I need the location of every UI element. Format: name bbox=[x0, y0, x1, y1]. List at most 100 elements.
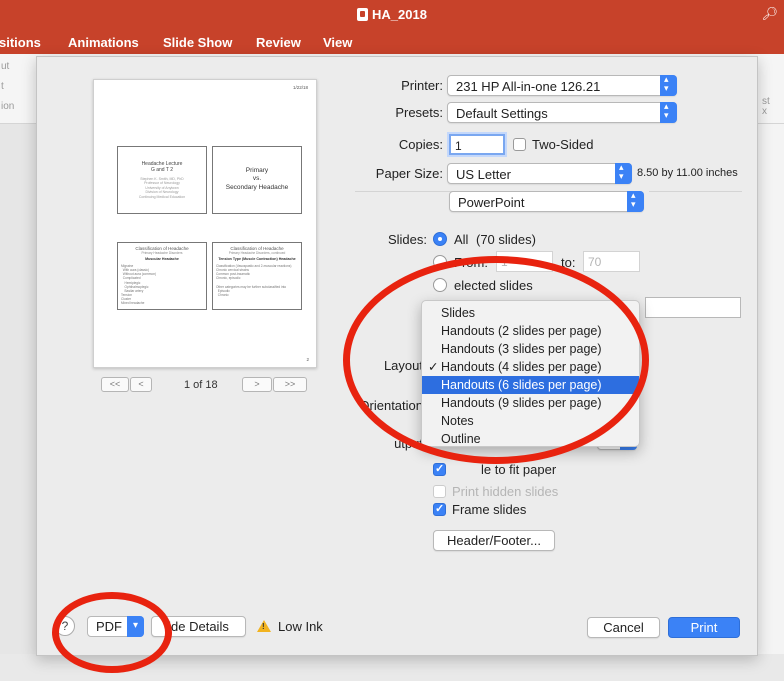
ribbon-ghost-text: ion bbox=[1, 101, 15, 112]
print-hidden-checkbox[interactable] bbox=[433, 485, 446, 498]
preview-page-number: 2 bbox=[306, 357, 309, 362]
printer-value: 231 HP All-in-one 126.21 bbox=[456, 79, 601, 94]
copies-label: Copies: bbox=[398, 137, 443, 152]
checkmark-icon: ✓ bbox=[428, 360, 439, 374]
print-preview: 1/22/18 Headache Lecture G and T 2 Steph… bbox=[93, 79, 317, 368]
section-select[interactable]: PowerPoint bbox=[449, 190, 644, 212]
preview-slide-1: Headache Lecture G and T 2 Stephen K. Sm… bbox=[117, 146, 207, 214]
tab-transitions[interactable]: sitions bbox=[0, 35, 41, 50]
tab-review[interactable]: Review bbox=[256, 35, 301, 50]
menu-item-label: Outline bbox=[441, 432, 481, 446]
previous-page-button[interactable]: < bbox=[130, 377, 152, 392]
low-ink-label: Low Ink bbox=[278, 619, 323, 634]
selected-slides-radio[interactable] bbox=[433, 278, 447, 292]
preview-slide-1-title: Headache Lecture G and T 2 bbox=[141, 161, 183, 174]
paper-size-value: US Letter bbox=[456, 167, 511, 182]
all-slides-count: (70 slides) bbox=[476, 232, 536, 247]
slide-thumbnail-pane bbox=[0, 124, 36, 681]
copies-input[interactable]: 1 bbox=[449, 134, 505, 155]
header-footer-button[interactable]: Header/Footer... bbox=[433, 530, 555, 551]
frame-slides-checkbox[interactable] bbox=[433, 502, 446, 516]
warning-icon bbox=[257, 620, 271, 632]
divider bbox=[355, 191, 457, 192]
menu-item-label: Handouts (6 slides per page) bbox=[441, 378, 602, 392]
selected-slides-label: elected slides bbox=[454, 278, 533, 293]
ribbon-ghost-text: ut bbox=[1, 61, 10, 72]
search-icon[interactable]: 🔎︎ bbox=[761, 6, 778, 22]
chevron-updown-icon bbox=[660, 101, 677, 123]
from-label: From: bbox=[454, 255, 488, 270]
all-slides-label: All bbox=[454, 232, 469, 247]
layout-dropdown-menu: Slides Handouts (2 slides per page) Hand… bbox=[421, 300, 640, 447]
menu-item-label: Handouts (2 slides per page) bbox=[441, 324, 602, 338]
presets-value: Default Settings bbox=[456, 106, 548, 121]
layout-option-handouts-4[interactable]: ✓ Handouts (4 slides per page) bbox=[422, 358, 639, 376]
first-page-button[interactable]: << bbox=[101, 377, 129, 392]
preview-slide-4-subtitle: Primary Headache Disorders, continued bbox=[228, 251, 286, 255]
output-label: utput bbox=[394, 436, 423, 451]
from-input[interactable]: 1 bbox=[496, 251, 553, 272]
paper-size-select[interactable]: US Letter bbox=[447, 162, 632, 184]
from-radio[interactable] bbox=[433, 255, 447, 269]
last-page-button[interactable]: >> bbox=[273, 377, 307, 392]
layout-option-notes[interactable]: Notes bbox=[422, 412, 639, 430]
chevron-updown-icon bbox=[660, 74, 677, 96]
frame-slides-label: Frame slides bbox=[452, 502, 527, 517]
preview-slide-3: Classification of Headache Primary Heada… bbox=[117, 242, 207, 310]
custom-range-input[interactable] bbox=[645, 297, 741, 318]
cancel-button[interactable]: Cancel bbox=[587, 617, 660, 638]
ribbon-ghost-text: x bbox=[762, 106, 767, 117]
print-button[interactable]: Print bbox=[668, 617, 740, 638]
page-indicator: 1 of 18 bbox=[184, 379, 218, 391]
help-button[interactable]: ? bbox=[55, 616, 75, 636]
two-sided-checkbox[interactable] bbox=[513, 138, 526, 151]
preview-slide-4: Classification of Headache Primary Heada… bbox=[212, 242, 302, 310]
layout-option-slides[interactable]: Slides bbox=[422, 304, 639, 322]
layout-option-handouts-2[interactable]: Handouts (2 slides per page) bbox=[422, 322, 639, 340]
ribbon-tabs: sitions Animations Slide Show Review Vie… bbox=[0, 30, 784, 54]
paper-size-label: Paper Size: bbox=[375, 166, 443, 181]
menu-item-label: Slides bbox=[441, 306, 476, 320]
chevron-down-icon: ▾ bbox=[127, 616, 144, 637]
next-page-button[interactable]: > bbox=[242, 377, 272, 392]
all-slides-radio[interactable] bbox=[433, 232, 447, 246]
slides-label: Slides: bbox=[387, 232, 427, 247]
print-hidden-label: Print hidden slides bbox=[452, 484, 559, 499]
pdf-menu-button[interactable]: PDF ▾ bbox=[87, 616, 144, 637]
scale-to-fit-checkbox[interactable] bbox=[433, 462, 446, 476]
layout-option-handouts-9[interactable]: Handouts (9 slides per page) bbox=[422, 394, 639, 412]
tab-view[interactable]: View bbox=[323, 35, 352, 50]
to-label: to: bbox=[561, 255, 576, 270]
hide-details-button[interactable]: ide Details bbox=[151, 616, 246, 637]
ribbon-ghost-text: t bbox=[1, 81, 4, 92]
layout-option-handouts-6[interactable]: Handouts (6 slides per page) bbox=[422, 376, 639, 394]
chevron-updown-icon bbox=[627, 190, 644, 212]
paper-size-dimensions: 8.50 by 11.00 inches bbox=[637, 167, 738, 179]
preview-slide-2-title: Primary vs. Secondary Headache bbox=[225, 167, 289, 191]
presets-label: Presets: bbox=[395, 105, 443, 120]
preview-slide-1-subtitle: Stephen K. Smith, MD, PhD Professor of N… bbox=[138, 176, 186, 199]
section-value: PowerPoint bbox=[458, 195, 525, 210]
tab-slide-show[interactable]: Slide Show bbox=[163, 35, 232, 50]
menu-item-label: Handouts (9 slides per page) bbox=[441, 396, 602, 410]
tab-animations[interactable]: Animations bbox=[68, 35, 139, 50]
printer-label: Printer: bbox=[401, 78, 443, 93]
two-sided-label: Two-Sided bbox=[532, 137, 594, 152]
layout-option-handouts-3[interactable]: Handouts (3 slides per page) bbox=[422, 340, 639, 358]
preview-date: 1/22/18 bbox=[292, 85, 308, 90]
document-title: HA_2018 bbox=[0, 7, 784, 22]
layout-option-outline[interactable]: Outline bbox=[422, 430, 639, 448]
pdf-label: PDF bbox=[96, 619, 122, 634]
print-dialog: 1/22/18 Headache Lecture G and T 2 Steph… bbox=[36, 56, 758, 656]
preview-slide-2: Primary vs. Secondary Headache bbox=[212, 146, 302, 214]
printer-select[interactable]: 231 HP All-in-one 126.21 bbox=[447, 74, 677, 96]
powerpoint-file-icon bbox=[357, 8, 369, 21]
divider bbox=[649, 191, 742, 192]
menu-item-label: Handouts (4 slides per page) bbox=[441, 360, 602, 374]
preview-slide-3-body: Migraine With aura (classic) Without aur… bbox=[121, 264, 157, 306]
layout-label: Layout bbox=[383, 358, 423, 373]
presets-select[interactable]: Default Settings bbox=[447, 101, 677, 123]
to-input[interactable]: 70 bbox=[583, 251, 640, 272]
menu-item-label: Notes bbox=[441, 414, 474, 428]
app-titlebar: HA_2018 🔎︎ bbox=[0, 0, 784, 30]
